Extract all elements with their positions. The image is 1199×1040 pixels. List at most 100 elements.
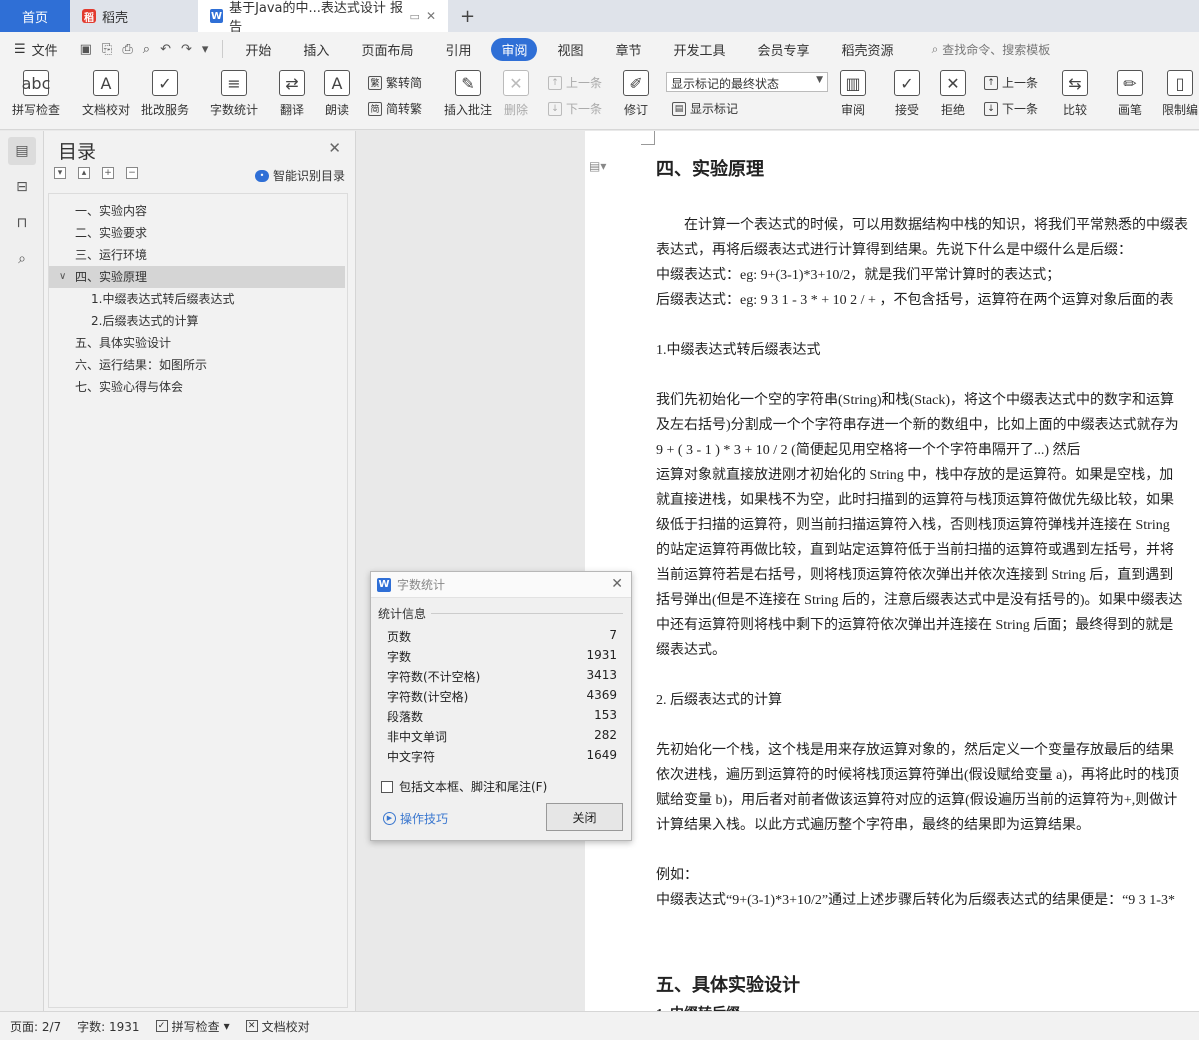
checkbox-box[interactable] [381,780,393,793]
toc-item[interactable]: 七、实验心得与体会 [49,376,345,398]
tab-home[interactable]: 首页 [0,0,70,32]
tips-link[interactable]: ▶ 操作技巧 [383,810,448,827]
menu-tab-devtools[interactable]: 开发工具 [662,38,738,61]
menu-tab-member[interactable]: 会员专享 [746,38,822,61]
print-icon[interactable]: ⎙ [122,42,132,57]
simp-to-trad-button[interactable]: 简 简转繁 [368,100,422,117]
status-spellcheck[interactable]: ✓ 拼写检查 ▾ [155,1018,230,1035]
paragraph-line: 就直接进栈，如果栈不为空，此时扫描到的运算符与栈顶运算符做优先级比较，如果 [656,493,1174,508]
toc-item-selected[interactable]: ∨ 四、实验原理 [49,266,345,288]
next-comment-label: 下一条 [566,102,603,116]
menu-tab-layout[interactable]: 页面布局 [349,38,425,61]
page-options-icon[interactable]: ▤▾ [589,159,606,173]
trad-to-simp-button[interactable]: 繁 繁转简 [368,74,422,91]
add-heading-icon[interactable]: + [102,167,114,179]
batch-service-button[interactable]: ✓ 批改服务 [141,70,189,118]
include-textbox-checkbox[interactable]: 包括文本框、脚注和尾注(F) [381,778,547,795]
prev-change-button[interactable]: ↑ 上一条 [984,74,1038,91]
more-icon[interactable]: ▾ [202,42,209,57]
close-icon[interactable]: ✕ [611,576,623,592]
file-menu[interactable]: ☰ 文件 [0,40,72,59]
revise-button[interactable]: ✐ 修订 [623,70,649,118]
close-tab-icon[interactable]: ✕ [426,9,436,23]
next-icon: ↓ [548,101,562,116]
export-icon[interactable]: ⎘ [102,42,112,57]
smart-toc-button[interactable]: • 智能识别目录 [254,167,345,184]
collapse-all-icon[interactable]: ▴ [78,167,90,179]
menu-tab-reference[interactable]: 引用 [433,38,483,61]
toc-item[interactable]: 2.后缀表达式的计算 [49,310,345,332]
toc-item-label: 二、实验要求 [75,226,148,240]
bookmark-icon[interactable]: ⊓ [8,209,36,237]
menu-tab-insert[interactable]: 插入 [291,38,341,61]
toc-item-label: 七、实验心得与体会 [75,380,184,394]
read-aloud-button[interactable]: A 朗读 [324,70,350,118]
find-icon[interactable]: ⌕ [8,245,36,273]
compare-button[interactable]: ⇆ 比较 [1062,70,1088,118]
next-change-button[interactable]: ↓ 下一条 [984,100,1038,117]
toc-item[interactable]: 六、运行结果：如图所示 [49,354,345,376]
divider [222,40,224,58]
toc-item[interactable]: 三、运行环境 [49,244,345,266]
prev-comment-button[interactable]: ↑ 上一条 [548,74,602,91]
markup-state-select[interactable]: 显示标记的最终状态 ▼ [666,72,828,92]
stat-row: 字符数(不计空格) 3413 [387,668,617,688]
quick-access: ▣ ⎘ ⎙ ⌕ ↶ ↷ ▾ [72,42,217,57]
stat-row: 中文字符 1649 [387,748,617,768]
page-indicator[interactable]: 页面: 2/7 [10,1018,61,1035]
undo-icon[interactable]: ↶ [160,42,171,57]
show-markup-button[interactable]: ▤ 显示标记 [672,100,738,117]
chevron-down-icon: ▼ [816,75,823,85]
monitor-icon[interactable]: ▭ [410,10,420,23]
spellcheck-button[interactable]: abc 拼写检查 [12,70,60,118]
new-tab-icon[interactable]: + [448,0,487,32]
remove-heading-icon[interactable]: − [126,167,138,179]
chevron-down-icon[interactable]: ∨ [59,266,66,288]
toc-list: 一、实验内容 二、实验要求 三、运行环境 ∨ 四、实验原理 1.中缀表达式转后缀… [48,193,348,1008]
preview-icon[interactable]: ⌕ [143,42,150,57]
restrict-edit-button[interactable]: ▯ 限制编 [1162,70,1198,118]
close-button[interactable]: 关闭 [546,803,623,831]
doc-proof-button[interactable]: A 文档校对 [82,70,130,118]
toc-item[interactable]: 一、实验内容 [49,200,345,222]
delete-comment-button[interactable]: ✕ 删除 [503,70,529,118]
stat-label: 字数 [387,650,412,664]
insert-comment-button[interactable]: ✎ 插入批注 [444,70,492,118]
expand-all-icon[interactable]: ▾ [54,167,66,179]
translate-button[interactable]: ⇄ 翻译 [279,70,305,118]
toc-item[interactable]: 二、实验要求 [49,222,345,244]
revise-icon: ✐ [623,70,649,96]
accept-button[interactable]: ✓ 接受 [894,70,920,118]
next-comment-button[interactable]: ↓ 下一条 [548,100,602,117]
tab-daoke-label: 稻壳 [102,10,129,26]
chapter-nav-icon[interactable]: ⊟ [8,173,36,201]
pen-button[interactable]: ✏ 画笔 [1117,70,1143,118]
toc-item[interactable]: 五、具体实验设计 [49,332,345,354]
toc-item[interactable]: 1.中缀表达式转后缀表达式 [49,288,345,310]
comment-icon: ✎ [455,70,481,96]
dialog-titlebar[interactable]: W 字数统计 [371,572,631,598]
review-pane-button[interactable]: ▥ 审阅 [840,70,866,118]
menu-tab-view[interactable]: 视图 [545,38,595,61]
reject-button[interactable]: ✕ 拒绝 [940,70,966,118]
close-icon[interactable]: ✕ [328,139,341,157]
command-search[interactable]: ⌕ 查找命令、搜索模板 [932,41,1051,58]
word-count-button[interactable]: ≡ 字数统计 [210,70,258,118]
word-count-indicator[interactable]: 字数: 1931 [77,1018,139,1035]
delete-comment-label: 删除 [503,103,528,117]
menu-tab-resources[interactable]: 稻壳资源 [830,38,906,61]
menu-tab-start[interactable]: 开始 [233,38,283,61]
simp-to-trad-label: 简转繁 [386,102,423,116]
save-icon[interactable]: ▣ [80,42,92,57]
review-pane-label: 审阅 [840,103,865,117]
menu-tab-section[interactable]: 章节 [604,38,654,61]
toc-pane-icon[interactable]: ▤ [8,137,36,165]
tab-daoke[interactable]: 稻 稻壳 [70,0,198,32]
stats-group-label: 统计信息 [378,607,427,621]
document-page[interactable]: ▤▾ 四、实验原理 在计算一个表达式的时候，可以用数据结构中栈的知识，将我们平常… [585,131,1199,1011]
tab-document[interactable]: W 基于Java的中...表达式设计 报告 ▭ ✕ [198,0,448,35]
status-proof[interactable]: ✕ 文档校对 [245,1018,310,1035]
stat-value: 4369 [586,688,617,702]
redo-icon[interactable]: ↷ [181,42,192,57]
menu-tab-review[interactable]: 审阅 [491,37,538,61]
